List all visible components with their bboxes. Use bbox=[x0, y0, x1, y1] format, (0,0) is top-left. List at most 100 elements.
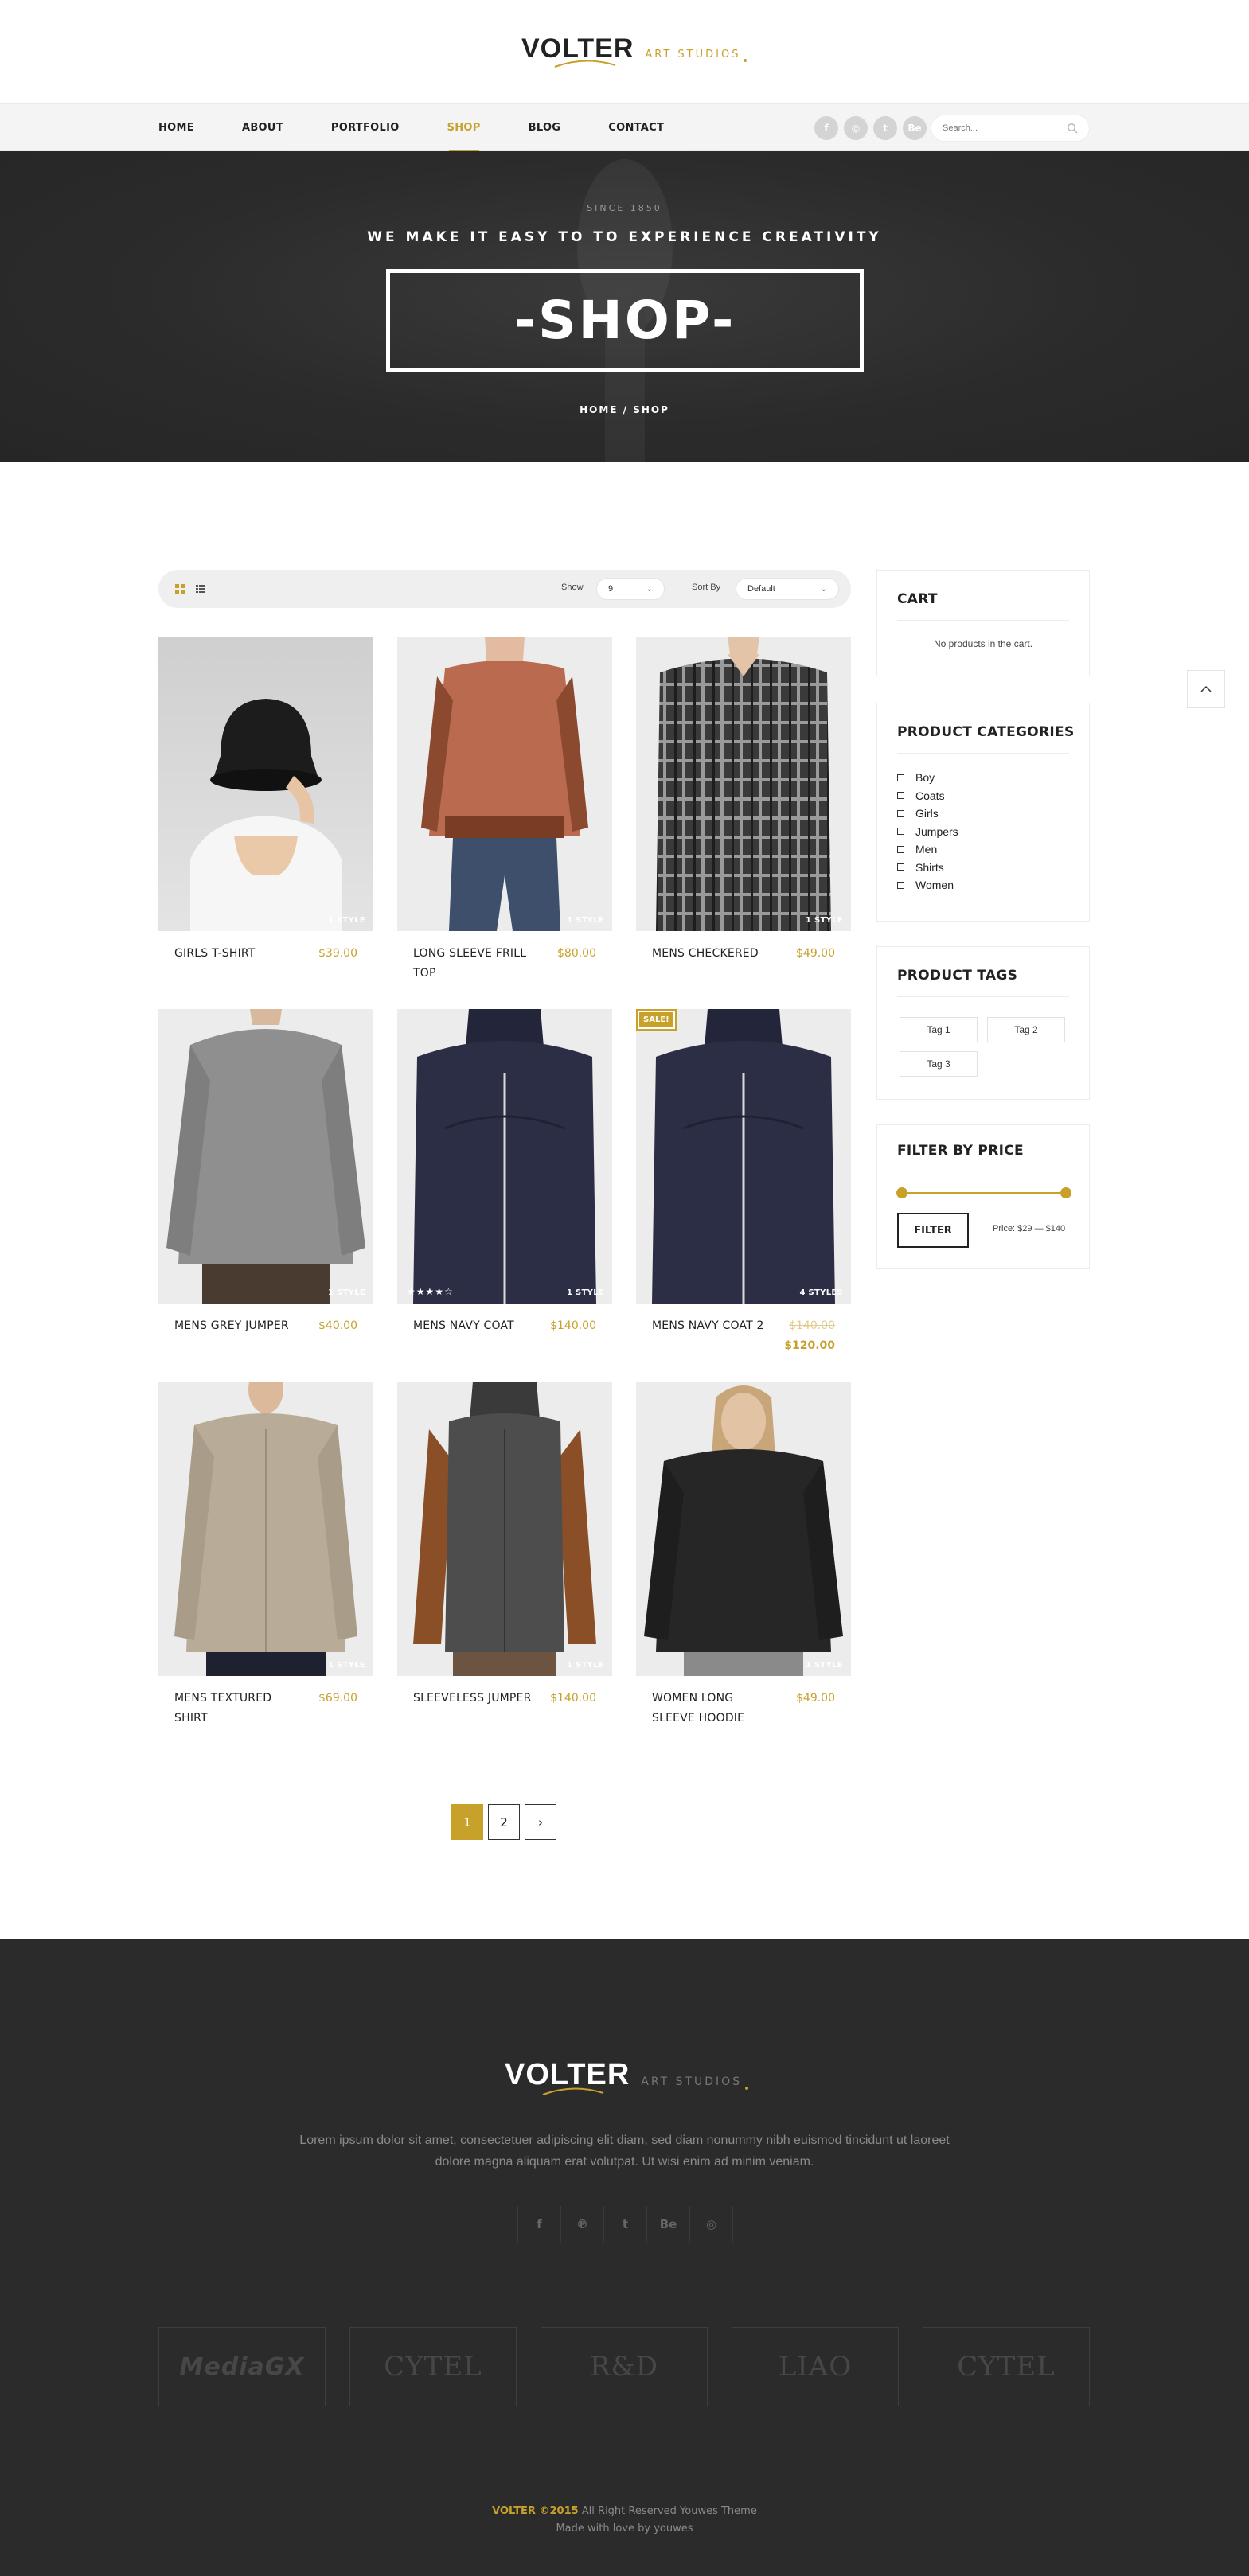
price-slider-track[interactable] bbox=[901, 1192, 1067, 1194]
product-card[interactable]: 1 STYLE WOMEN LONG SLEEVE HOODIE $49.00 bbox=[636, 1382, 851, 1724]
divider bbox=[897, 996, 1069, 997]
category-item-shirts[interactable]: Shirts bbox=[897, 859, 958, 877]
partner-logo-rnd[interactable]: R&D bbox=[541, 2327, 708, 2406]
price-slider-min-handle[interactable] bbox=[896, 1187, 907, 1198]
product-photo-textured-shirt bbox=[158, 1382, 373, 1676]
logo-dot bbox=[744, 59, 747, 62]
product-image[interactable]: SALE! 4 STYLES bbox=[636, 1009, 851, 1304]
nav-portfolio[interactable]: PORTFOLIO bbox=[331, 104, 400, 152]
page-2-button[interactable]: 2 bbox=[488, 1804, 520, 1840]
product-name[interactable]: MENS CHECKERED bbox=[652, 944, 771, 964]
tag-3[interactable]: Tag 3 bbox=[900, 1051, 978, 1077]
partner-logo-liao[interactable]: LIAO bbox=[732, 2327, 899, 2406]
nav-contact[interactable]: CONTACT bbox=[608, 104, 664, 152]
product-card[interactable]: 1 STYLE MENS CHECKERED $49.00 bbox=[636, 637, 851, 960]
facebook-icon[interactable]: f bbox=[814, 116, 838, 140]
product-name[interactable]: SLEEVELESS JUMPER bbox=[413, 1689, 533, 1709]
rating-stars: ★★★★☆ bbox=[407, 1286, 454, 1297]
product-image[interactable]: 1 STYLE bbox=[397, 637, 612, 931]
instagram-icon[interactable]: ◎ bbox=[844, 116, 868, 140]
product-name[interactable]: MENS NAVY COAT 2 bbox=[652, 1316, 771, 1336]
sort-select[interactable]: Default ⌄ bbox=[736, 578, 839, 600]
pinterest-icon[interactable]: ℗ bbox=[561, 2206, 604, 2243]
product-name[interactable]: MENS GREY JUMPER bbox=[174, 1316, 294, 1336]
product-image[interactable]: 1 STYLE bbox=[636, 637, 851, 931]
partner-logo-cytel-2[interactable]: CYTEL bbox=[923, 2327, 1090, 2406]
search-icon[interactable] bbox=[1067, 123, 1078, 134]
copyright-brand: VOLTER ©2015 bbox=[492, 2505, 579, 2517]
logo-bar: VOLTER ART STUDIOS bbox=[0, 0, 1249, 103]
footer-logo[interactable]: VOLTER ART STUDIOS bbox=[505, 2058, 749, 2095]
next-page-button[interactable]: › bbox=[525, 1804, 556, 1840]
category-item-boy[interactable]: Boy bbox=[897, 769, 958, 787]
nav-about[interactable]: ABOUT bbox=[242, 104, 283, 152]
product-photo-navy-coat bbox=[397, 1009, 612, 1304]
product-image[interactable]: 1 STYLE bbox=[158, 1009, 373, 1304]
product-name[interactable]: WOMEN LONG SLEEVE HOODIE bbox=[652, 1689, 771, 1728]
product-card[interactable]: ★★★★☆ 1 STYLE MENS NAVY COAT $140.00 bbox=[397, 1009, 612, 1332]
partner-logo-mediagx[interactable]: MediaGX bbox=[158, 2327, 326, 2406]
product-card[interactable]: 1 STYLE LONG SLEEVE FRILL TOP $80.00 bbox=[397, 637, 612, 980]
made-with-love: Made with love by youwes bbox=[556, 2523, 693, 2535]
search-input[interactable] bbox=[943, 123, 1062, 133]
twitter-icon[interactable]: t bbox=[873, 116, 897, 140]
footer-social-links: f ℗ t Be ◎ bbox=[517, 2206, 733, 2243]
product-price: $49.00 bbox=[796, 947, 835, 960]
product-card[interactable]: 1 STYLE SLEEVELESS JUMPER $140.00 bbox=[397, 1382, 612, 1705]
facebook-icon[interactable]: f bbox=[518, 2206, 561, 2243]
pagination: 1 2 › bbox=[451, 1804, 561, 1840]
dribbble-icon[interactable]: ◎ bbox=[690, 2206, 733, 2243]
product-image[interactable]: ★★★★☆ 1 STYLE bbox=[397, 1009, 612, 1304]
site-logo[interactable]: VOLTER ART STUDIOS bbox=[521, 33, 747, 68]
product-card[interactable]: 1 STYLE GIRLS T-SHIRT $39.00 bbox=[158, 637, 373, 960]
header-search bbox=[931, 115, 1090, 142]
category-item-women[interactable]: Women bbox=[897, 876, 958, 894]
product-name[interactable]: MENS NAVY COAT bbox=[413, 1316, 533, 1336]
product-name[interactable]: LONG SLEEVE FRILL TOP bbox=[413, 944, 533, 984]
behance-icon[interactable]: Be bbox=[647, 2206, 690, 2243]
product-image[interactable]: 1 STYLE bbox=[158, 637, 373, 931]
show-select[interactable]: 9 ⌄ bbox=[596, 578, 665, 600]
price-range-label: Price: $29 — $140 bbox=[993, 1224, 1066, 1233]
logo-wordmark: VOLTER bbox=[521, 33, 634, 64]
product-name[interactable]: MENS TEXTURED SHIRT bbox=[174, 1689, 294, 1728]
category-item-girls[interactable]: Girls bbox=[897, 805, 958, 823]
back-to-top-button[interactable] bbox=[1187, 670, 1225, 708]
partner-logo-cytel[interactable]: CYTEL bbox=[349, 2327, 517, 2406]
product-photo-girl-cap bbox=[158, 637, 373, 931]
category-item-coats[interactable]: Coats bbox=[897, 787, 958, 805]
product-image[interactable]: 1 STYLE bbox=[158, 1382, 373, 1676]
breadcrumb[interactable]: HOME / SHOP bbox=[0, 404, 1249, 415]
behance-icon[interactable]: Be bbox=[903, 116, 927, 140]
logo-subtitle: ART STUDIOS bbox=[645, 49, 741, 60]
logo-dot bbox=[745, 2087, 749, 2090]
grid-view-icon[interactable] bbox=[174, 583, 185, 594]
tag-1[interactable]: Tag 1 bbox=[900, 1017, 978, 1042]
twitter-icon[interactable]: t bbox=[604, 2206, 647, 2243]
product-card[interactable]: 1 STYLE MENS TEXTURED SHIRT $69.00 bbox=[158, 1382, 373, 1724]
footer-logo-wordmark: VOLTER bbox=[505, 2058, 630, 2091]
style-count: 1 STYLE bbox=[566, 1288, 604, 1297]
product-image[interactable]: 1 STYLE bbox=[636, 1382, 851, 1676]
price-slider-max-handle[interactable] bbox=[1060, 1187, 1071, 1198]
logo-swoosh-icon bbox=[554, 60, 616, 68]
category-item-jumpers[interactable]: Jumpers bbox=[897, 823, 958, 841]
tag-2[interactable]: Tag 2 bbox=[987, 1017, 1065, 1042]
list-view-icon[interactable] bbox=[195, 583, 206, 594]
categories-title: PRODUCT CATEGORIES bbox=[897, 724, 1075, 740]
checkbox-icon bbox=[897, 792, 904, 800]
nav-home[interactable]: HOME bbox=[158, 104, 194, 152]
nav-blog[interactable]: BLOG bbox=[529, 104, 561, 152]
style-count: 1 STYLE bbox=[566, 916, 604, 925]
product-card[interactable]: SALE! 4 STYLES MENS NAVY COAT 2 $140.00 … bbox=[636, 1009, 851, 1352]
product-photo-sleeveless-jumper bbox=[397, 1382, 612, 1676]
product-image[interactable]: 1 STYLE bbox=[397, 1382, 612, 1676]
sort-value: Default bbox=[747, 584, 775, 594]
page-1-button[interactable]: 1 bbox=[451, 1804, 483, 1840]
product-card[interactable]: 1 STYLE MENS GREY JUMPER $40.00 bbox=[158, 1009, 373, 1332]
product-name[interactable]: GIRLS T-SHIRT bbox=[174, 944, 294, 964]
category-item-men[interactable]: Men bbox=[897, 840, 958, 859]
nav-shop[interactable]: SHOP bbox=[447, 104, 481, 152]
filter-button[interactable]: FILTER bbox=[897, 1213, 969, 1248]
product-price: $39.00 bbox=[318, 947, 357, 960]
